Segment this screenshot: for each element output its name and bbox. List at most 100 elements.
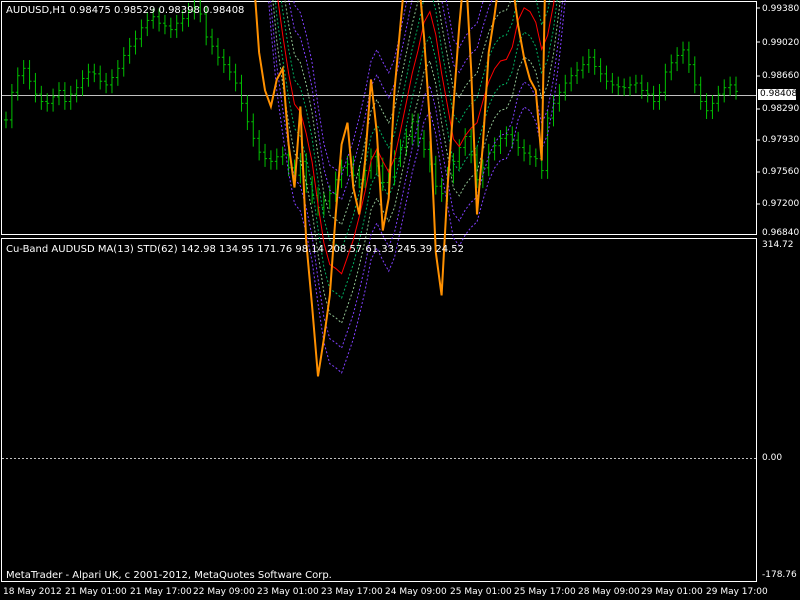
price-bars: [4, 0, 738, 216]
price-bar: [257, 130, 262, 161]
indicator-title: Cu-Band AUDUSD MA(13) STD(62) 142.98 134…: [6, 244, 464, 255]
price-bar: [633, 74, 638, 94]
price-bar: [115, 60, 120, 86]
price-tick: 0.96840: [762, 228, 800, 238]
price-bar: [245, 95, 250, 131]
date-tick: 23 May 01:00: [257, 587, 319, 597]
price-bar: [80, 70, 85, 96]
copyright-text: MetaTrader - Alpari UK, c 2001-2012, Met…: [6, 570, 332, 581]
price-bar: [56, 82, 61, 106]
price-bar: [221, 48, 226, 73]
price-bar: [227, 56, 232, 81]
price-bar: [616, 76, 621, 96]
date-tick: 18 May 2012: [3, 587, 62, 597]
price-bar: [74, 79, 79, 103]
price-bar: [239, 74, 244, 112]
price-bar: [604, 65, 609, 90]
price-bar: [251, 113, 256, 147]
date-tick: 23 May 17:00: [321, 587, 383, 597]
price-bar: [233, 63, 238, 92]
price-bar: [168, 17, 173, 38]
indicator-panel-frame: [1, 238, 757, 582]
price-bar: [433, 155, 438, 195]
main-line: [254, 0, 546, 377]
price-bar: [545, 109, 550, 179]
price-bar: [610, 72, 615, 94]
price-bar: [692, 56, 697, 94]
price-bar: [586, 48, 591, 73]
price-bar: [675, 47, 680, 72]
price-bar: [215, 37, 220, 66]
price-bar: [628, 76, 633, 96]
price-bar: [498, 130, 503, 155]
price-bar: [104, 72, 109, 94]
price-bar: [174, 14, 179, 38]
price-bar: [109, 69, 114, 94]
date-tick: 21 May 01:00: [65, 587, 127, 597]
price-bar: [492, 137, 497, 161]
price-bar: [669, 54, 674, 81]
price-bar: [710, 95, 715, 119]
price-bar: [575, 61, 580, 84]
price-bar: [580, 56, 585, 79]
chart-title: AUDUSD,H1 0.98475 0.98529 0.98398 0.9840…: [6, 5, 245, 16]
price-bar: [516, 131, 521, 156]
price-bar: [162, 14, 167, 35]
price-bar: [728, 76, 733, 96]
date-tick: 25 May 01:00: [450, 587, 512, 597]
price-bar: [533, 148, 538, 167]
price-bar: [39, 85, 44, 110]
current-price-marker: 0.98408: [758, 89, 798, 100]
chart-canvas: [1, 0, 760, 582]
date-tick: 29 May 17:00: [706, 587, 768, 597]
price-bar: [716, 85, 721, 112]
price-bar: [686, 41, 691, 73]
price-bar: [357, 166, 362, 189]
price-bar: [51, 88, 56, 112]
price-bar: [734, 76, 738, 100]
price-bar: [421, 130, 426, 158]
outer-band: [268, 0, 566, 374]
price-bar: [268, 150, 273, 170]
price-bar: [722, 79, 727, 103]
price-bar: [133, 30, 138, 55]
price-bar: [651, 85, 656, 110]
price-bar: [469, 128, 474, 164]
price-bar: [451, 153, 456, 184]
price-bar: [86, 63, 91, 87]
price-bar: [598, 58, 603, 83]
price-bar: [21, 60, 26, 84]
date-tick: 28 May 09:00: [578, 587, 640, 597]
date-tick: 29 May 01:00: [641, 587, 703, 597]
price-tick: 0.97200: [762, 199, 800, 209]
price-bar: [563, 74, 568, 101]
price-bar: [139, 19, 144, 48]
price-tick: 0.98660: [762, 71, 800, 81]
price-bar: [681, 41, 686, 64]
price-tick: 0.98290: [762, 104, 800, 114]
price-bar: [9, 83, 14, 129]
price-bar: [274, 148, 279, 170]
price-bar: [486, 143, 491, 177]
date-tick: 24 May 09:00: [385, 587, 447, 597]
price-bar: [369, 148, 373, 179]
price-bar: [569, 67, 574, 92]
price-bar: [698, 76, 703, 110]
price-bar: [522, 139, 527, 162]
price-bar: [510, 126, 515, 149]
price-bar: [645, 82, 650, 103]
price-bar: [98, 65, 103, 90]
mid-band: [284, 0, 543, 226]
inner-band: [280, 0, 551, 251]
indicator-bands: [268, 0, 566, 374]
indicator-main-line: [254, 0, 546, 377]
main-panel-frame: [1, 1, 757, 235]
price-bar: [704, 93, 709, 119]
price-bar: [592, 48, 597, 75]
date-tick: 21 May 17:00: [130, 587, 192, 597]
price-tick: 0.99380: [762, 4, 800, 14]
price-bar: [327, 185, 332, 210]
price-bar: [33, 72, 38, 103]
price-bar: [27, 60, 32, 90]
indicator-tick: -178.76: [762, 570, 797, 580]
